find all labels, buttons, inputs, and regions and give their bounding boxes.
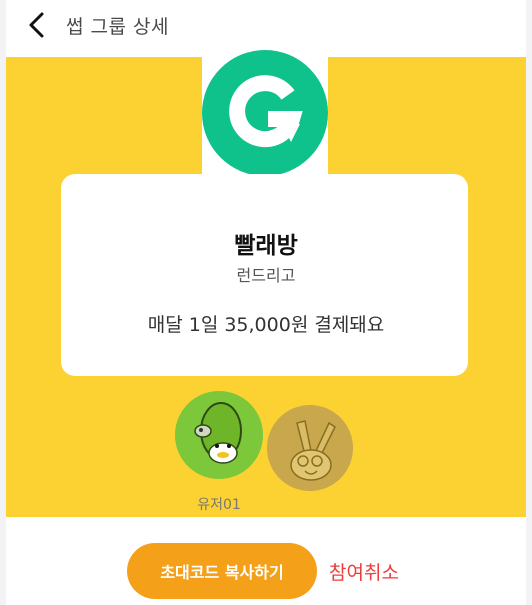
member-label-user01: 유저01 — [197, 497, 241, 513]
member-avatar-empty[interactable] — [267, 405, 353, 491]
group-name: 빨래방 — [234, 233, 298, 259]
back-button[interactable] — [20, 8, 54, 42]
payment-info: 매달 1일 35,000원 결제돼요 — [147, 314, 385, 336]
g-logo-icon — [202, 50, 328, 176]
top-bar: 썹 그룹 상세 — [6, 0, 526, 50]
crocodile-character-avatar — [175, 391, 263, 479]
chevron-left-icon — [29, 12, 44, 38]
member-avatar-user01[interactable] — [175, 391, 263, 479]
page-title: 썹 그룹 상세 — [66, 16, 169, 38]
app-frame: 썹 그룹 상세 빨래방 런드리고 매달 1일 35,000원 결제돼요 유저01 — [6, 0, 526, 605]
cancel-participation-button[interactable]: 참여취소 — [329, 558, 399, 585]
rabbit-character-avatar — [267, 405, 353, 491]
group-brand: 런드리고 — [236, 266, 296, 285]
copy-invite-code-button[interactable]: 초대코드 복사하기 — [127, 543, 317, 599]
